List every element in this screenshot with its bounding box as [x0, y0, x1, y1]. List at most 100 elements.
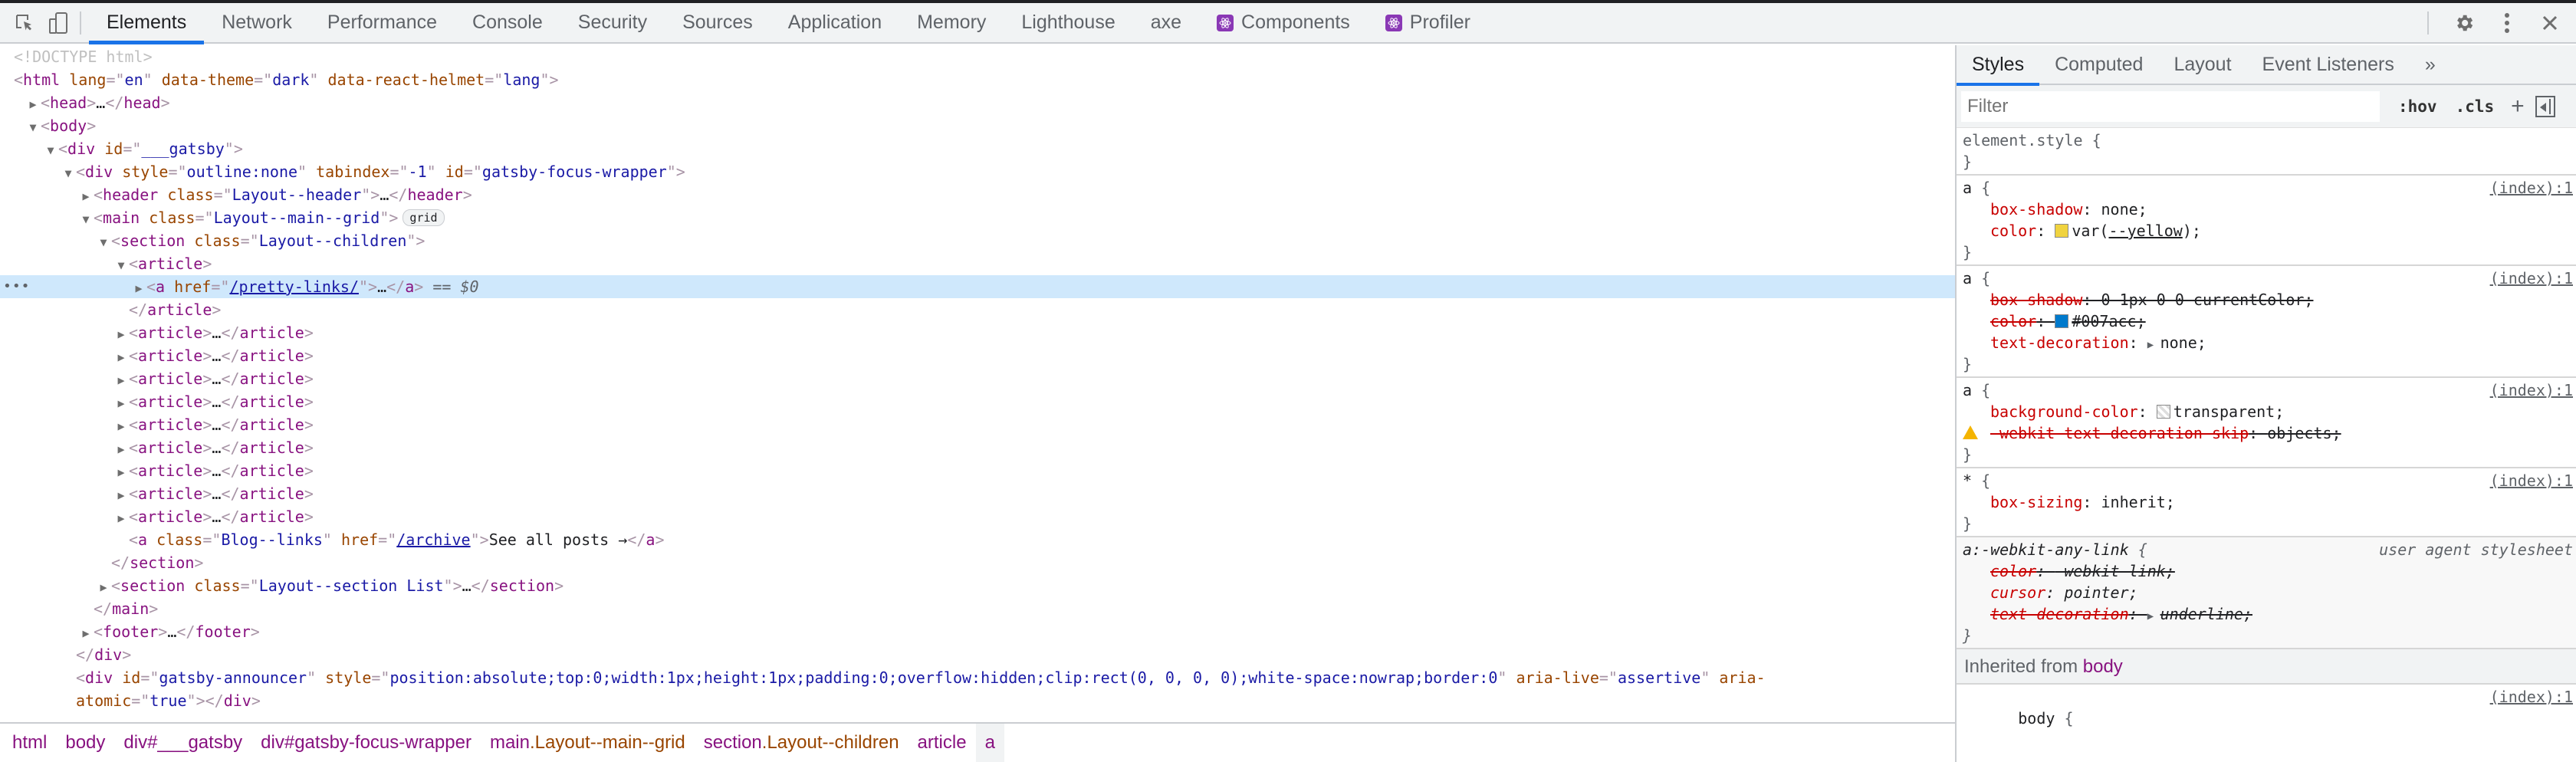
body-node[interactable]: ▼ <body>	[0, 114, 1955, 137]
new-style-rule-button[interactable]: +	[2511, 94, 2525, 120]
breadcrumb-item[interactable]: section.Layout--children	[695, 724, 909, 762]
sidebar-tab-computed[interactable]: Computed	[2039, 45, 2158, 84]
property-name[interactable]: box-sizing	[1990, 493, 2082, 511]
property-value[interactable]: pointer;	[2064, 583, 2137, 602]
style-rule[interactable]: a {(index):1 box-shadow: none; color: var(…	[1957, 176, 2576, 266]
header-node[interactable]: ▶ <header class="Layout--header">…</heade…	[0, 183, 1955, 206]
section-list-node[interactable]: ▶ <section class="Layout--section List">……	[0, 574, 1955, 597]
tab-application[interactable]: Application	[770, 2, 899, 43]
expand-triangle-icon[interactable]: ▶	[78, 185, 94, 208]
announcer-node-cont[interactable]: atomic="true"></div>	[0, 689, 1955, 712]
style-property[interactable]: box-shadow: 0 1px 0 0 currentColor;	[1963, 289, 2576, 310]
expand-triangle-icon[interactable]: ▶	[113, 415, 129, 438]
style-rule[interactable]: a {(index):1 background-color: transparen…	[1957, 378, 2576, 468]
property-value[interactable]: none;	[2160, 333, 2206, 352]
main-node[interactable]: ▼ <main class="Layout--main--grid"> grid	[0, 206, 1955, 229]
doctype-node[interactable]: <!DOCTYPE html>	[0, 45, 1955, 68]
expand-shorthand-icon[interactable]: ▶	[2147, 610, 2160, 622]
color-swatch[interactable]	[2156, 405, 2170, 419]
property-name[interactable]: -webkit-text-decoration-skip	[1990, 424, 2249, 442]
expand-triangle-icon[interactable]: ▶	[25, 93, 41, 116]
style-property[interactable]: color: -webkit-link;	[1963, 560, 2576, 582]
more-tabs-chevron-icon[interactable]: »	[2410, 45, 2451, 84]
html-node[interactable]: <html lang="en" data-theme="dark" data-r…	[0, 68, 1955, 91]
sidebar-tab-styles[interactable]: Styles	[1957, 45, 2040, 86]
style-property[interactable]: text-decoration: ▶ none;	[1963, 332, 2576, 353]
property-value[interactable]: objects;	[2267, 424, 2341, 442]
property-value[interactable]: none;	[2101, 200, 2147, 218]
property-name[interactable]: color	[1990, 562, 2036, 580]
ua-style-rule[interactable]: a:-webkit-any-link {user agent styleshee…	[1957, 537, 2576, 649]
breadcrumb-item[interactable]: div#gatsby-focus-wrapper	[251, 724, 481, 762]
property-name[interactable]: box-shadow	[1990, 200, 2082, 218]
style-property[interactable]: color: #007acc;	[1963, 310, 2576, 332]
property-value[interactable]: underline;	[2160, 605, 2252, 623]
style-property[interactable]: box-shadow: none;	[1963, 199, 2576, 220]
expand-triangle-icon[interactable]: ▶	[113, 369, 129, 392]
style-property[interactable]: text-decoration: ▶ underline;	[1963, 603, 2576, 625]
property-value[interactable]: -webkit-link;	[2055, 562, 2175, 580]
expand-triangle-icon[interactable]: ▶	[113, 346, 129, 369]
class-toggle[interactable]: .cls	[2456, 97, 2495, 116]
sidebar-tab-event-listeners[interactable]: Event Listeners	[2247, 45, 2410, 84]
collapse-triangle-icon[interactable]: ▼	[78, 208, 94, 231]
property-value[interactable]: 0 1px 0 0 currentColor;	[2101, 291, 2314, 309]
inherited-tag-link[interactable]: body	[2083, 656, 2123, 677]
article-node[interactable]: ▶ <article>…</article>	[0, 436, 1955, 459]
tab-components[interactable]: Components	[1199, 2, 1368, 43]
announcer-node[interactable]: <div id="gatsby-announcer" style="positi…	[0, 666, 1955, 689]
style-property[interactable]: box-sizing: inherit;	[1963, 491, 2576, 513]
gatsby-div-node[interactable]: ▼ <div id="___gatsby">	[0, 137, 1955, 160]
grid-badge[interactable]: grid	[402, 209, 445, 226]
article-node[interactable]: ▶ <article>…</article>	[0, 413, 1955, 436]
tab-profiler[interactable]: Profiler	[1368, 2, 1488, 43]
property-value[interactable]: transparent;	[2174, 402, 2285, 421]
breadcrumb-item[interactable]: body	[56, 724, 114, 762]
tab-network[interactable]: Network	[204, 2, 310, 43]
kebab-menu-icon[interactable]	[2486, 6, 2528, 40]
div-close-node[interactable]: </div>	[0, 643, 1955, 666]
article-node[interactable]: ▶ <article>…</article>	[0, 344, 1955, 367]
expand-triangle-icon[interactable]: ▶	[113, 438, 129, 461]
expand-shorthand-icon[interactable]: ▶	[2147, 339, 2160, 351]
tab-memory[interactable]: Memory	[899, 2, 1004, 43]
close-icon[interactable]	[2528, 6, 2571, 40]
collapse-triangle-icon[interactable]: ▼	[96, 231, 111, 254]
sidebar-tab-layout[interactable]: Layout	[2158, 45, 2246, 84]
style-property[interactable]: cursor: pointer;	[1963, 582, 2576, 603]
style-rule[interactable]: * {(index):1 box-sizing: inherit;}	[1957, 468, 2576, 537]
article-close-node[interactable]: </article>	[0, 298, 1955, 321]
property-value[interactable]: inherit;	[2101, 493, 2175, 511]
article-node[interactable]: ▶ <article>…</article>	[0, 321, 1955, 344]
rule-source-link[interactable]: (index):1	[2490, 379, 2573, 401]
expand-triangle-icon[interactable]: ▶	[113, 461, 129, 484]
breadcrumb-item[interactable]: article	[909, 724, 976, 762]
article-node[interactable]: ▼ <article>	[0, 252, 1955, 275]
tab-lighthouse[interactable]: Lighthouse	[1004, 2, 1132, 43]
expand-triangle-icon[interactable]: ▶	[113, 484, 129, 507]
rule-source-link[interactable]: (index):1	[2490, 470, 2573, 491]
expand-triangle-icon[interactable]: ▶	[96, 576, 111, 599]
property-value[interactable]: #007acc;	[2072, 312, 2145, 330]
main-close-node[interactable]: </main>	[0, 597, 1955, 620]
article-node[interactable]: ▶ <article>…</article>	[0, 367, 1955, 390]
expand-triangle-icon[interactable]: ▶	[113, 323, 129, 346]
rule-source-link[interactable]: (index):1	[2490, 268, 2573, 289]
rule-source-link[interactable]: (index):1	[2490, 686, 2573, 708]
collapse-triangle-icon[interactable]: ▼	[25, 116, 41, 139]
rule-source-link[interactable]: (index):1	[2490, 177, 2573, 199]
head-node[interactable]: ▶ <head>…</head>	[0, 91, 1955, 114]
blog-link-node[interactable]: <a class="Blog--links" href="/archive">S…	[0, 528, 1955, 551]
gear-icon[interactable]	[2443, 6, 2486, 40]
breadcrumb-item[interactable]: div#___gatsby	[114, 724, 251, 762]
expand-triangle-icon[interactable]: ▶	[113, 392, 129, 415]
collapse-triangle-icon[interactable]: ▼	[43, 139, 58, 162]
tab-console[interactable]: Console	[455, 2, 560, 43]
property-name[interactable]: text-decoration	[1990, 333, 2129, 352]
section-close-node[interactable]: </section>	[0, 551, 1955, 574]
style-property[interactable]: color: var(--yellow);	[1963, 220, 2576, 241]
tab-elements[interactable]: Elements	[89, 2, 205, 44]
element-picker-icon[interactable]	[8, 6, 41, 40]
element-style-rule[interactable]: element.style { }	[1957, 128, 2576, 176]
body-style-rule[interactable]: body { (index):1	[1957, 685, 2576, 728]
